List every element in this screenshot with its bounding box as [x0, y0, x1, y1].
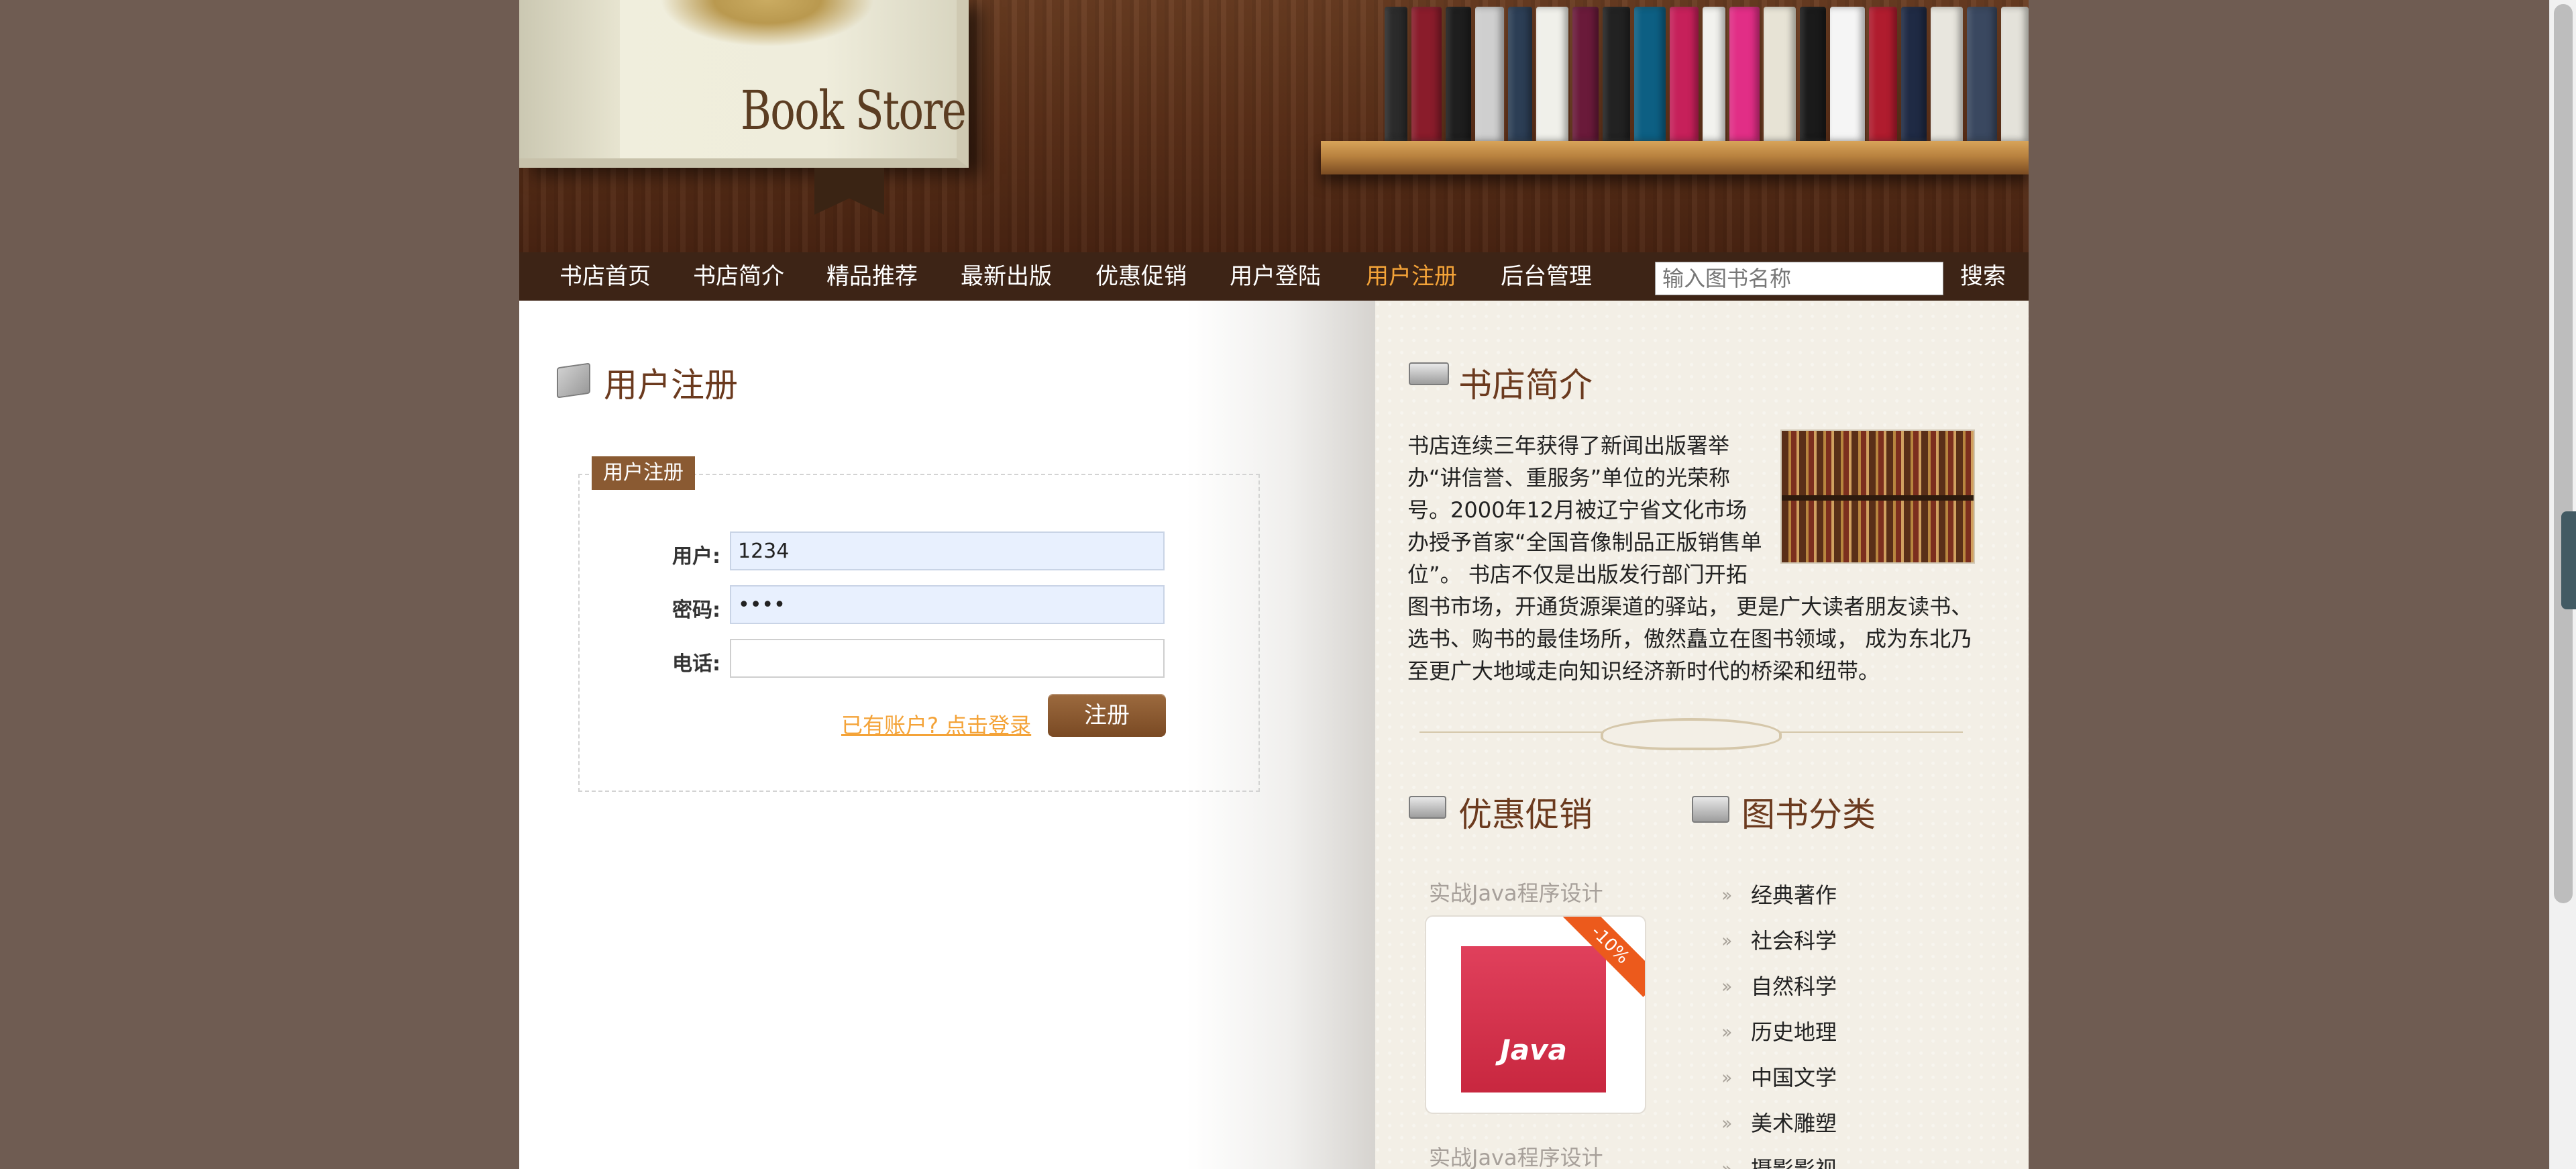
username-label: 用户:	[672, 545, 720, 568]
shelf-book-spine	[1702, 7, 1725, 141]
logo-text: Book Store	[741, 79, 967, 142]
login-link[interactable]: 已有账户? 点击登录	[841, 709, 1031, 740]
chevron-right-icon: ››	[1721, 1112, 1733, 1134]
bookshelf-books	[1358, 0, 2029, 141]
book-cover-text: Java	[1500, 1033, 1567, 1066]
bookshelf-board	[1321, 141, 2029, 174]
nav-item-featured[interactable]: 精品推荐	[826, 252, 918, 301]
scroll-thumb[interactable]	[2554, 4, 2573, 903]
chevron-right-icon: ››	[1721, 929, 1733, 952]
category-item[interactable]: ›› 历史地理	[1721, 1009, 1837, 1055]
shelf-book-spine	[1931, 7, 1964, 141]
shelf-book-spine	[1830, 7, 1865, 141]
about-title: 书店简介	[1458, 366, 1593, 405]
search-button[interactable]: 搜索	[1960, 252, 2006, 301]
card-icon	[1692, 796, 1729, 823]
chevron-right-icon: ››	[1721, 1021, 1733, 1043]
shelf-book-spine	[1411, 7, 1442, 141]
nav-bar: 书店首页 书店简介 精品推荐 最新出版 优惠促销 用户登陆 用户注册 后台管理 …	[519, 252, 2029, 301]
category-item[interactable]: ›› 美术雕塑	[1721, 1101, 1837, 1146]
nav-item-about[interactable]: 书店简介	[693, 252, 784, 301]
shelf-book-spine	[1967, 7, 1997, 141]
category-item[interactable]: ›› 社会科学	[1721, 918, 1837, 964]
register-fieldset	[578, 474, 1260, 792]
nav-item-home[interactable]: 书店首页	[559, 252, 651, 301]
page-title: 用户注册	[604, 366, 738, 405]
promo-book-card[interactable]: Java -10%	[1425, 915, 1646, 1114]
shelf-book-spine	[1901, 7, 1927, 141]
shelf-book-spine	[1572, 7, 1599, 141]
ornament-decoration	[660, 0, 875, 47]
chevron-right-icon: ››	[1721, 975, 1733, 997]
register-button[interactable]: 注册	[1048, 694, 1166, 737]
promo-book-title-2[interactable]: 实战Java程序设计	[1429, 1141, 1603, 1169]
category-item[interactable]: ›› 摄影影视	[1721, 1146, 1837, 1169]
book-cover-image[interactable]: Java	[1461, 946, 1606, 1092]
shelf-book-spine	[1536, 7, 1568, 141]
phone-label: 电话:	[672, 652, 720, 676]
side-panel-tab[interactable]	[2561, 511, 2576, 609]
username-field[interactable]	[730, 531, 1165, 570]
shelf-book-spine	[1729, 7, 1760, 141]
shelf-book-spine	[1385, 7, 1408, 141]
nav-item-login[interactable]: 用户登陆	[1230, 252, 1321, 301]
nav-item-register[interactable]: 用户注册	[1366, 252, 1457, 301]
category-item[interactable]: ›› 中国文学	[1721, 1055, 1837, 1101]
category-list: ›› 经典著作 ›› 社会科学 ›› 自然科学 ›› 历史地理 ›› 中国文学 ›› 美术雕…	[1721, 872, 1837, 1169]
bookmark-ribbon	[814, 168, 884, 215]
bookshelf-photo	[1780, 429, 1975, 564]
category-title: 图书分类	[1741, 795, 1876, 834]
shelf-book-spine	[1868, 7, 1898, 141]
shelf-book-spine	[2000, 7, 2029, 141]
shelf-book-spine	[1799, 7, 1827, 141]
shelf-book-spine	[1603, 7, 1631, 141]
nav-item-new[interactable]: 最新出版	[961, 252, 1052, 301]
chevron-right-icon: ››	[1721, 1066, 1733, 1088]
sidebar: 书店简介 书店连续三年获得了新闻出版署举办“讲信誉、重服务”单位的光荣称号。20…	[1375, 301, 2029, 1169]
divider-ornament	[1419, 713, 1963, 753]
shelf-book-spine	[1669, 7, 1699, 141]
box-icon	[557, 362, 590, 399]
header-banner: Book Store	[519, 0, 2029, 252]
ticket-icon	[1409, 796, 1446, 819]
chevron-right-icon: ››	[1721, 884, 1733, 906]
phone-field[interactable]	[730, 639, 1165, 678]
search-input[interactable]	[1655, 262, 1943, 295]
promo-title: 优惠促销	[1458, 795, 1593, 834]
page: Book Store 书店首页 书店简介 精品推荐 最新出版 优惠促销 用户登陆…	[519, 0, 2029, 1169]
main-content: 用户注册 用户注册 用户: 密码: 电话: 已有账户? 点击登录 注册	[519, 301, 1375, 1169]
book-icon	[1409, 362, 1449, 385]
shelf-book-spine	[1763, 7, 1796, 141]
shelf-book-spine	[1634, 7, 1666, 141]
chevron-right-icon: ››	[1721, 1158, 1733, 1169]
nav-item-admin[interactable]: 后台管理	[1501, 252, 1592, 301]
shelf-book-spine	[1445, 7, 1471, 141]
category-item[interactable]: ›› 自然科学	[1721, 964, 1837, 1009]
shelf-book-spine	[1474, 7, 1504, 141]
shelf-book-spine	[1507, 7, 1532, 141]
category-item[interactable]: ›› 经典著作	[1721, 872, 1837, 918]
promo-book-title[interactable]: 实战Java程序设计	[1429, 876, 1603, 907]
register-legend: 用户注册	[592, 456, 695, 490]
nav-item-promo[interactable]: 优惠促销	[1095, 252, 1187, 301]
password-field[interactable]	[730, 585, 1165, 624]
about-paragraph: 书店连续三年获得了新闻出版署举办“讲信誉、重服务”单位的光荣称号。2000年12…	[1407, 429, 1975, 687]
password-label: 密码:	[672, 599, 720, 622]
